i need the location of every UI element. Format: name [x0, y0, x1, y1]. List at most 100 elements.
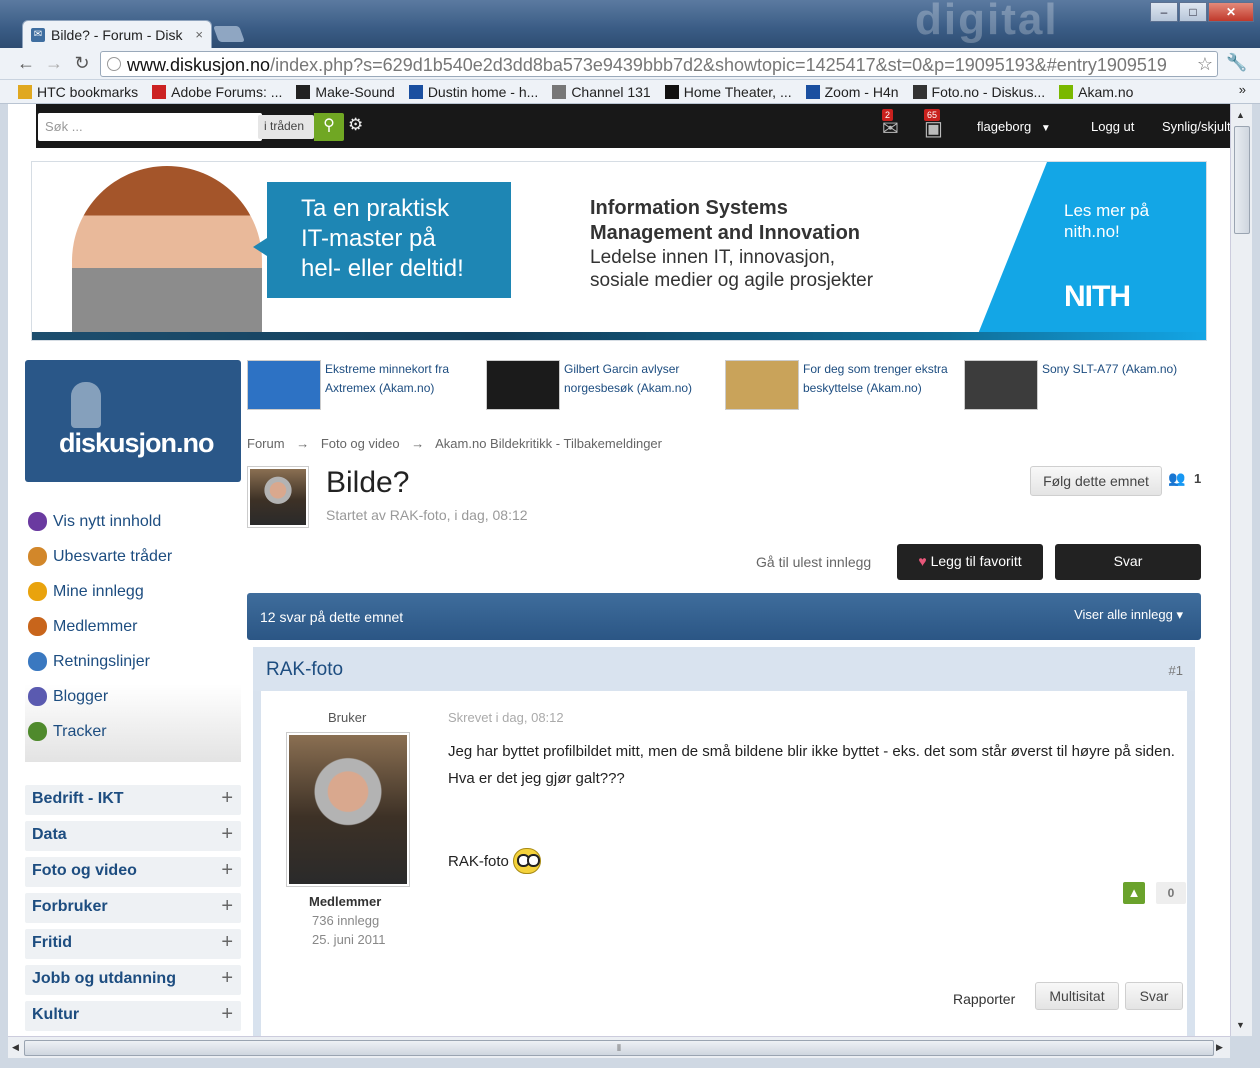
search-button[interactable]: ⚲ — [314, 113, 344, 141]
post-author[interactable]: RAK-foto — [266, 659, 343, 681]
bookmark-item[interactable]: Channel 131 — [552, 84, 651, 100]
bookmark-star-icon[interactable]: ☆ — [1197, 54, 1213, 75]
bookmark-item[interactable]: Home Theater, ... — [664, 84, 792, 100]
tab-close-icon[interactable]: × — [195, 27, 203, 42]
author-avatar[interactable] — [286, 732, 410, 887]
promo-item[interactable]: Ekstreme minnekort fra Axtremex (Akam.no… — [247, 360, 475, 410]
promo-text[interactable]: Sony SLT-A77 (Akam.no) — [1042, 360, 1192, 410]
search-input[interactable]: Søk ... — [38, 113, 262, 141]
vertical-scroll-thumb[interactable] — [1234, 126, 1250, 234]
reload-icon[interactable]: ↻ — [72, 54, 92, 72]
upvote-arrow-icon[interactable]: ▲ — [1123, 882, 1145, 904]
sidebar-item-retningslinjer[interactable]: Retningslinjer — [28, 652, 150, 671]
new-tab-button[interactable] — [213, 26, 245, 42]
site-logo[interactable]: diskusjon.no — [25, 360, 241, 482]
bookmark-item[interactable]: HTC bookmarks — [18, 84, 138, 100]
post-reply-button[interactable]: Svar — [1125, 982, 1183, 1010]
search-scope-select[interactable]: i tråden — [258, 115, 314, 139]
promo-thumbnail[interactable] — [247, 360, 321, 410]
logout-link[interactable]: Logg ut — [1091, 119, 1134, 134]
horizontal-scroll-thumb[interactable]: ⦀ — [24, 1040, 1214, 1056]
promo-thumbnail[interactable] — [486, 360, 560, 410]
banner-cta-panel[interactable]: Les mer på nith.no! NITH — [978, 162, 1206, 334]
report-link[interactable]: Rapporter — [953, 991, 1015, 1007]
sidebar-item-blogger[interactable]: Blogger — [28, 687, 108, 706]
category-item[interactable]: Data + — [25, 821, 241, 851]
scroll-right-icon[interactable]: ▶ — [1216, 1042, 1223, 1053]
globe-icon — [552, 84, 567, 99]
promo-text[interactable]: For deg som trenger ekstra beskyttelse (… — [803, 360, 953, 410]
bookmark-item[interactable]: Foto.no - Diskus... — [912, 84, 1045, 100]
expand-plus-icon[interactable]: + — [221, 967, 233, 990]
sidebar-item-label: Vis nytt innhold — [53, 512, 162, 530]
sidebar-item-tracker[interactable]: Tracker — [28, 722, 107, 741]
browser-tab[interactable]: ✉ Bilde? - Forum - Disk × — [22, 20, 212, 48]
address-bar[interactable]: www.diskusjon.no/index.php?s=629d1b540e2… — [100, 51, 1218, 77]
back-arrow-icon[interactable]: ← — [16, 54, 36, 72]
maximize-icon[interactable]: □ — [1179, 2, 1207, 22]
starter-avatar[interactable] — [247, 466, 309, 528]
user-menu[interactable]: flageborg ▼ — [977, 119, 1051, 134]
multiquote-button[interactable]: Multisitat — [1035, 982, 1119, 1010]
scroll-left-icon[interactable]: ◀ — [12, 1042, 19, 1053]
scroll-down-icon[interactable]: ▼ — [1236, 1020, 1245, 1030]
breadcrumb: Forum → Foto og video → Akam.no Bildekri… — [247, 436, 662, 451]
bookmark-item[interactable]: Make-Sound — [296, 84, 395, 100]
breadcrumb-forum[interactable]: Forum — [247, 436, 285, 451]
category-item[interactable]: Foto og video + — [25, 857, 241, 887]
sidebar-item-ubesvarte-tr-der[interactable]: Ubesvarte tråder — [28, 547, 172, 566]
tab-title: Bilde? - Forum - Disk — [51, 27, 183, 43]
bookmark-item[interactable]: Adobe Forums: ... — [152, 84, 282, 100]
ad-banner[interactable]: Ta en praktisk IT-master på hel- eller d… — [31, 161, 1207, 341]
close-window-icon[interactable]: ✕ — [1208, 2, 1254, 22]
category-label: Foto og video — [32, 862, 137, 879]
smiley-icon — [28, 582, 47, 601]
promo-thumbnail[interactable] — [964, 360, 1038, 410]
gear-icon[interactable]: ⚙ — [348, 115, 363, 135]
view-mode-select[interactable]: Viser alle innlegg ▾ — [1074, 607, 1183, 623]
notifications-button[interactable]: ▣ 65 — [924, 109, 943, 141]
bookmarks-overflow-icon[interactable]: » — [1239, 82, 1246, 97]
reply-button[interactable]: Svar — [1055, 544, 1201, 580]
visibility-toggle[interactable]: Synlig/skjult — [1162, 119, 1230, 134]
promo-text[interactable]: Gilbert Garcin avlyser norgesbesøk (Akam… — [564, 360, 714, 410]
bookmark-item[interactable]: Zoom - H4n — [805, 84, 899, 100]
post-number[interactable]: #1 — [1169, 663, 1183, 678]
promo-item[interactable]: For deg som trenger ekstra beskyttelse (… — [725, 360, 953, 410]
breadcrumb-separator-icon: → — [296, 436, 310, 451]
bookmark-label: Dustin home - h... — [427, 83, 539, 100]
messages-button[interactable]: ✉ 2 — [882, 109, 899, 141]
breadcrumb-foto-og-video[interactable]: Foto og video — [321, 436, 400, 451]
vertical-scrollbar[interactable]: ▲ ▼ — [1230, 104, 1252, 1036]
bookmark-item[interactable]: Akam.no — [1059, 84, 1133, 100]
expand-plus-icon[interactable]: + — [221, 895, 233, 918]
minimize-icon[interactable]: – — [1150, 2, 1178, 22]
expand-plus-icon[interactable]: + — [221, 787, 233, 810]
expand-plus-icon[interactable]: + — [221, 931, 233, 954]
category-item[interactable]: Fritid + — [25, 929, 241, 959]
sidebar-item-mine-innlegg[interactable]: Mine innlegg — [28, 582, 144, 601]
breadcrumb-akam-bildekritikk[interactable]: Akam.no Bildekritikk - Tilbakemeldinger — [435, 436, 662, 451]
category-item[interactable]: Jobb og utdanning + — [25, 965, 241, 995]
category-item[interactable]: Kultur + — [25, 1001, 241, 1031]
forward-arrow-icon[interactable]: → — [44, 54, 64, 72]
expand-plus-icon[interactable]: + — [221, 1003, 233, 1026]
expand-plus-icon[interactable]: + — [221, 823, 233, 846]
category-item[interactable]: Bedrift - IKT + — [25, 785, 241, 815]
promo-thumbnail[interactable] — [725, 360, 799, 410]
sidebar-item-vis-nytt-innhold[interactable]: Vis nytt innhold — [28, 512, 161, 531]
follow-topic-button[interactable]: Følg dette emnet — [1030, 466, 1162, 496]
promo-text[interactable]: Ekstreme minnekort fra Axtremex (Akam.no… — [325, 360, 475, 410]
wrench-menu-icon[interactable]: 🔧 — [1226, 53, 1247, 73]
category-item[interactable]: Forbruker + — [25, 893, 241, 923]
horizontal-scrollbar[interactable]: ◀ ⦀ ▶ — [8, 1036, 1230, 1058]
sidebar-item-medlemmer[interactable]: Medlemmer — [28, 617, 137, 636]
expand-plus-icon[interactable]: + — [221, 859, 233, 882]
bookmark-item[interactable]: Dustin home - h... — [408, 83, 539, 100]
goto-unread-link[interactable]: Gå til ulest innlegg — [756, 554, 871, 570]
add-favorite-button[interactable]: ♥ Legg til favoritt — [897, 544, 1043, 580]
promo-item[interactable]: Gilbert Garcin avlyser norgesbesøk (Akam… — [486, 360, 714, 410]
promo-item[interactable]: Sony SLT-A77 (Akam.no) — [964, 360, 1192, 410]
scroll-up-icon[interactable]: ▲ — [1236, 110, 1245, 120]
author-post-count: 736 innlegg — [312, 913, 380, 928]
